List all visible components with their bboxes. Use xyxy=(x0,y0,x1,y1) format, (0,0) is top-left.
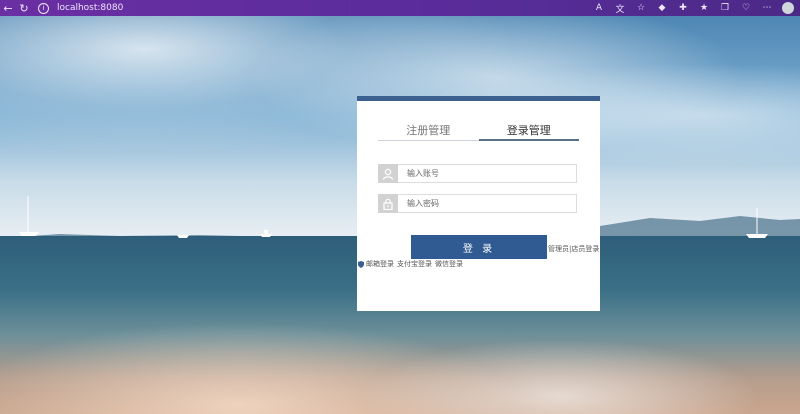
sailboat-icon xyxy=(746,208,768,238)
address-url: localhost:8080 xyxy=(57,3,124,13)
refresh-icon[interactable]: ↻ xyxy=(16,0,32,16)
wechat-login-link[interactable]: 微信登录 xyxy=(435,259,463,269)
alipay-login-link[interactable]: 支付宝登录 xyxy=(397,259,432,269)
tab-login-management[interactable]: 登录管理 xyxy=(478,123,579,141)
address-bar[interactable]: i localhost:8080 xyxy=(38,2,124,14)
profile-avatar-icon[interactable] xyxy=(782,2,794,14)
read-aloud-icon[interactable]: A xyxy=(593,2,605,14)
translate-icon[interactable]: 文 xyxy=(614,2,626,15)
boat-icon xyxy=(260,230,272,237)
login-button[interactable]: 登 录 xyxy=(411,235,547,259)
account-field xyxy=(378,164,577,183)
account-input[interactable] xyxy=(398,164,577,183)
info-icon[interactable]: i xyxy=(38,2,49,14)
alternative-logins: 邮箱登录 支付宝登录 微信登录 xyxy=(358,259,463,269)
sailboat-icon xyxy=(19,196,39,236)
puzzle-icon[interactable]: ✚ xyxy=(677,2,689,14)
email-login-link[interactable]: 邮箱登录 xyxy=(366,259,394,269)
favorites-icon[interactable]: ★ xyxy=(698,2,710,14)
boat-icon xyxy=(177,235,189,238)
tab-register-management[interactable]: 注册管理 xyxy=(378,123,479,141)
admin-staff-login-link[interactable]: 管理员|店员登录 xyxy=(548,244,599,254)
back-arrow-icon[interactable]: ← xyxy=(0,0,16,16)
user-icon xyxy=(378,164,398,183)
more-icon[interactable]: ⋯ xyxy=(761,2,773,14)
browser-toolbar: ← ↻ i localhost:8080 A 文 ☆ ◆ ✚ ★ ❐ ♡ ⋯ xyxy=(0,0,800,16)
favorite-star-icon[interactable]: ☆ xyxy=(635,2,647,14)
login-card: 注册管理 登录管理 登 录 管理员|店员登录 邮箱登录 支付宝登录 微信登录 xyxy=(357,96,600,311)
login-tabs: 注册管理 登录管理 xyxy=(378,123,579,141)
notifications-icon[interactable]: ♡ xyxy=(740,2,752,14)
password-field xyxy=(378,194,577,213)
collections-icon[interactable]: ❐ xyxy=(719,2,731,14)
lock-icon xyxy=(378,194,398,213)
browser-tools: A 文 ☆ ◆ ✚ ★ ❐ ♡ ⋯ xyxy=(593,0,794,16)
shield-icon xyxy=(358,260,364,268)
extension-icon[interactable]: ◆ xyxy=(656,2,668,14)
password-input[interactable] xyxy=(398,194,577,213)
